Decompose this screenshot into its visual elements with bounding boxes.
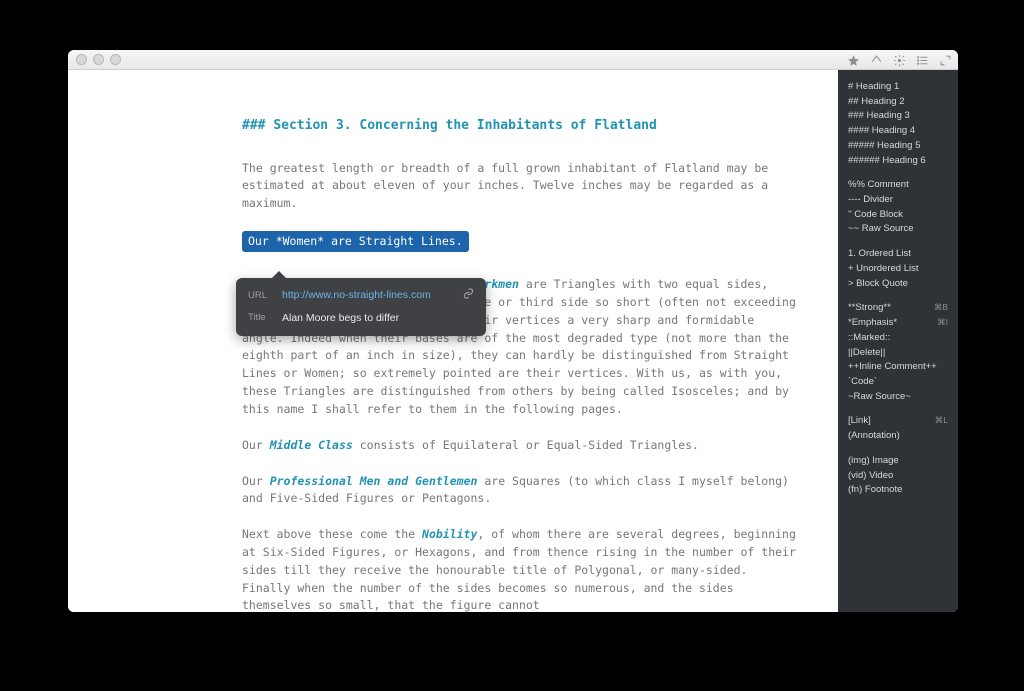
gear-icon[interactable]	[893, 50, 906, 69]
p3-em: Middle Class	[270, 438, 353, 452]
cheatsheet-sidebar: # Heading 1## Heading 2### Heading 3####…	[838, 70, 958, 612]
paragraph-4[interactable]: Our Professional Men and Gentlemen are S…	[242, 473, 802, 509]
cheatsheet-item[interactable]: ~~ Raw Source	[848, 222, 948, 237]
share-icon[interactable]	[870, 50, 883, 69]
cheatsheet-item[interactable]: ++Inline Comment++	[848, 360, 948, 375]
cheatsheet-item[interactable]: (fn) Footnote	[848, 483, 948, 498]
expand-icon[interactable]	[939, 50, 952, 69]
p3-post: consists of Equilateral or Equal-Sided T…	[353, 438, 699, 452]
link-line: Our *Women* are Straight Lines.	[242, 231, 802, 258]
popover-url-input[interactable]: http://www.no-straight-lines.com	[282, 288, 459, 304]
cheatsheet-item[interactable]: ##### Heading 5	[848, 139, 948, 154]
paragraph-1[interactable]: The greatest length or breadth of a full…	[242, 160, 802, 213]
cheatsheet-item[interactable]: *Emphasis*⌘I	[848, 316, 948, 331]
cheatsheet-item[interactable]: (img) Image	[848, 454, 948, 469]
popover-url-label: URL	[248, 289, 282, 303]
cheatsheet-item[interactable]: (Annotation)	[848, 429, 948, 444]
cheatsheet-item[interactable]: (vid) Video	[848, 469, 948, 484]
p5-em: Nobility	[422, 527, 477, 541]
cheatsheet-item[interactable]: **Strong**⌘B	[848, 301, 948, 316]
cheatsheet-item[interactable]: ###### Heading 6	[848, 154, 948, 169]
cheatsheet-media: (img) Image(vid) Video(fn) Footnote	[848, 454, 948, 498]
content-area: ### Section 3. Concerning the Inhabitant…	[68, 70, 958, 612]
toolbar-right	[847, 50, 952, 69]
cheatsheet-item[interactable]: `Code`	[848, 375, 948, 390]
paragraph-3[interactable]: Our Middle Class consists of Equilateral…	[242, 437, 802, 455]
cheatsheet-item[interactable]: ---- Divider	[848, 193, 948, 208]
selected-link-text: Our *Women* are Straight Lines.	[248, 234, 463, 248]
p3-pre: Our	[242, 438, 270, 452]
heading-text: Section 3. Concerning the Inhabitants of…	[273, 118, 657, 133]
shortcut-label: ⌘B	[934, 301, 948, 314]
cheatsheet-item[interactable]: %% Comment	[848, 178, 948, 193]
cheatsheet-links: [Link]⌘L(Annotation)	[848, 414, 948, 443]
p4-em: Professional Men and Gentlemen	[270, 474, 478, 488]
close-window-button[interactable]	[76, 54, 87, 65]
traffic-lights	[76, 54, 121, 65]
cheatsheet-item[interactable]: ## Heading 2	[848, 95, 948, 110]
cheatsheet-item[interactable]: ::Marked::	[848, 331, 948, 346]
heading-3[interactable]: ### Section 3. Concerning the Inhabitant…	[242, 116, 802, 136]
p5-pre: Next above these come the	[242, 527, 422, 541]
shortcut-label: ⌘I	[937, 316, 948, 329]
cheatsheet-item[interactable]: 1. Ordered List	[848, 247, 948, 262]
heading-marker: ###	[242, 118, 265, 133]
cheatsheet-inline: **Strong**⌘B*Emphasis*⌘I::Marked::||Dele…	[848, 301, 948, 404]
paragraph-5[interactable]: Next above these come the Nobility, of w…	[242, 526, 802, 612]
titlebar	[68, 50, 958, 70]
star-icon[interactable]	[847, 50, 860, 69]
cheatsheet-item[interactable]: ||Delete||	[848, 346, 948, 361]
cheatsheet-item[interactable]: ~Raw Source~	[848, 390, 948, 405]
list-icon[interactable]	[916, 50, 929, 69]
cheatsheet-item[interactable]: [Link]⌘L	[848, 414, 948, 429]
cheatsheet-block: %% Comment---- Divider'' Code Block~~ Ra…	[848, 178, 948, 237]
cheatsheet-item[interactable]: > Block Quote	[848, 277, 948, 292]
cheatsheet-item[interactable]: ### Heading 3	[848, 109, 948, 124]
cheatsheet-item[interactable]: # Heading 1	[848, 80, 948, 95]
cheatsheet-headings: # Heading 1## Heading 2### Heading 3####…	[848, 80, 948, 168]
zoom-window-button[interactable]	[110, 54, 121, 65]
editor[interactable]: ### Section 3. Concerning the Inhabitant…	[68, 70, 838, 612]
selected-link[interactable]: Our *Women* are Straight Lines.	[242, 231, 469, 252]
minimize-window-button[interactable]	[93, 54, 104, 65]
cheatsheet-lists: 1. Ordered List+ Unordered List> Block Q…	[848, 247, 948, 291]
shortcut-label: ⌘L	[935, 414, 948, 427]
cheatsheet-item[interactable]: + Unordered List	[848, 262, 948, 277]
cheatsheet-item[interactable]: #### Heading 4	[848, 124, 948, 139]
popover-title-label: Title	[248, 311, 282, 325]
app-window: ### Section 3. Concerning the Inhabitant…	[68, 50, 958, 612]
cheatsheet-item[interactable]: '' Code Block	[848, 208, 948, 223]
document: ### Section 3. Concerning the Inhabitant…	[242, 116, 802, 612]
p4-pre: Our	[242, 474, 270, 488]
link-icon[interactable]	[463, 288, 474, 305]
popover-title-input[interactable]: Alan Moore begs to differ	[282, 311, 474, 327]
link-popover: URL http://www.no-straight-lines.com Tit…	[236, 278, 486, 336]
